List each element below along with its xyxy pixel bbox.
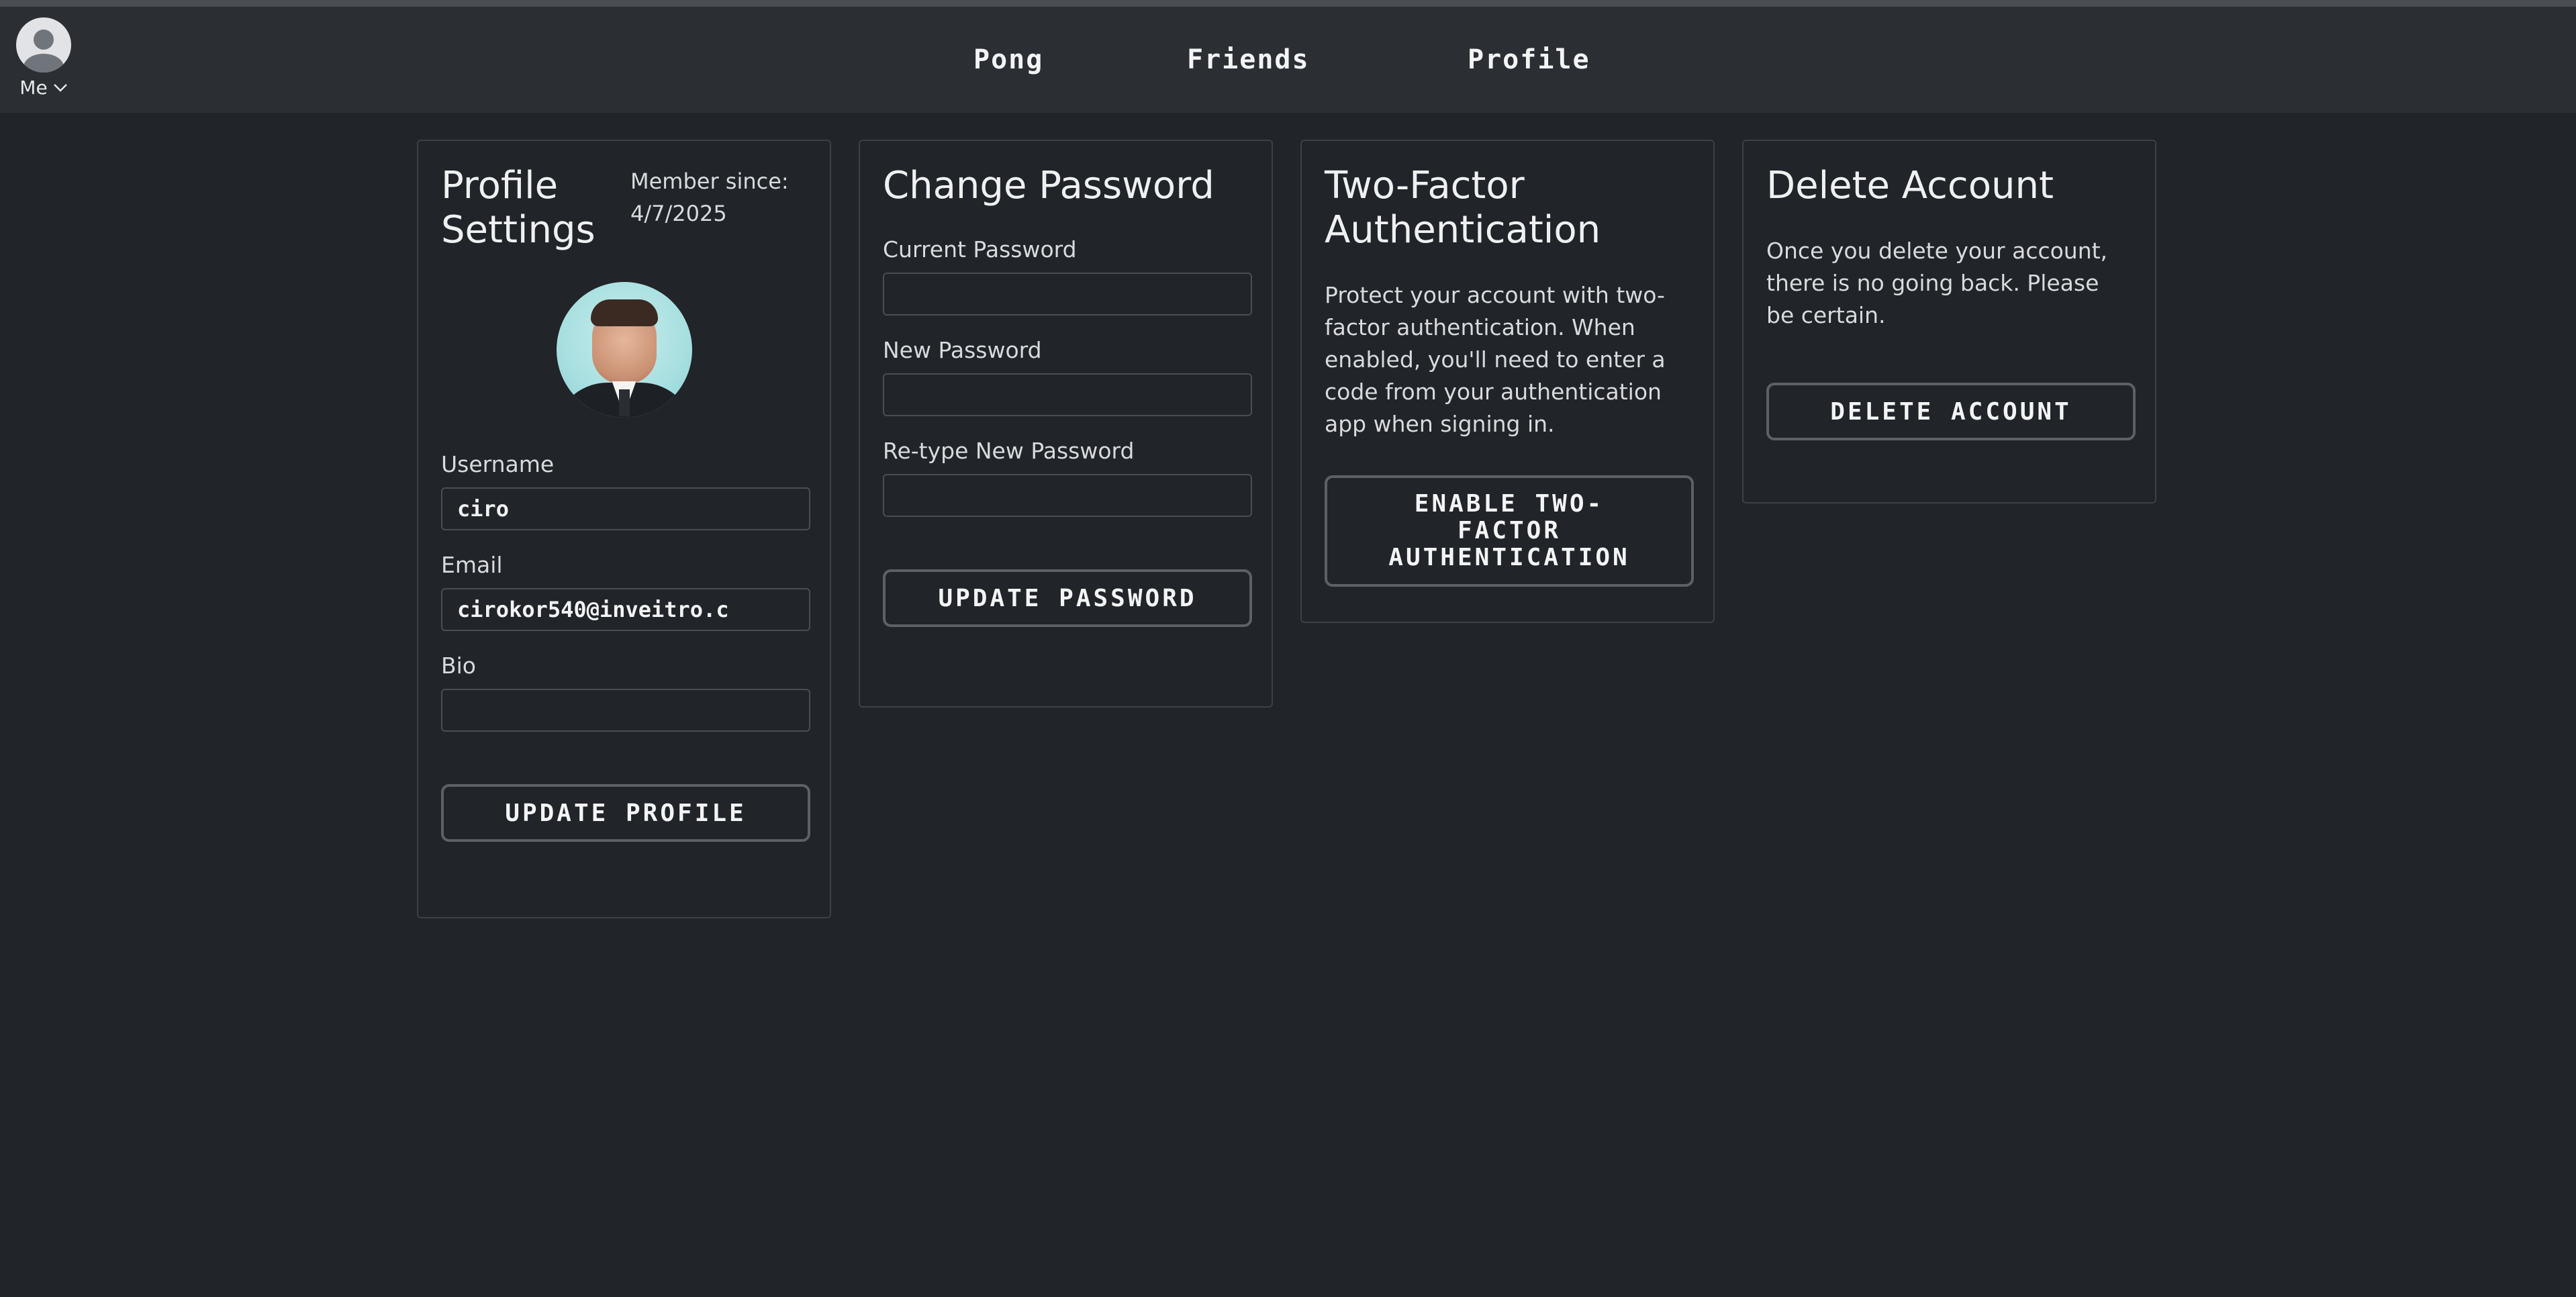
retype-password-label: Re-type New Password <box>883 438 1135 464</box>
profile-settings-title-line2: Settings <box>441 208 595 252</box>
nav-link-friends[interactable]: Friends <box>1187 44 1310 78</box>
two-factor-title-line2: Authentication <box>1325 208 1601 252</box>
current-password-field[interactable] <box>883 273 1252 316</box>
two-factor-title: Two-Factor Authentication <box>1325 164 1690 252</box>
delete-account-description: Once you delete your account, there is n… <box>1766 238 2108 328</box>
change-password-title: Change Password <box>883 164 1214 207</box>
current-password-label: Current Password <box>883 236 1077 262</box>
profile-settings-card: Profile Settings Member since: 4/7/2025 … <box>417 140 831 918</box>
member-since-label: Member since: <box>630 169 789 194</box>
delete-account-title: Delete Account <box>1766 164 2054 207</box>
two-factor-card: Two-Factor Authentication Protect your a… <box>1300 140 1715 623</box>
new-password-label: New Password <box>883 337 1042 363</box>
username-label: Username <box>441 451 555 477</box>
nav-link-profile[interactable]: Profile <box>1468 44 1590 78</box>
top-border <box>0 0 2576 7</box>
navbar: Me Pong Friends Profile <box>0 7 2576 113</box>
delete-account-button[interactable]: DELETE ACCOUNT <box>1766 383 2136 440</box>
enable-two-factor-line2: FACTOR <box>1457 517 1562 544</box>
nav-links: Pong Friends Profile <box>0 7 2576 113</box>
email-label: Email <box>441 552 503 578</box>
bio-label: Bio <box>441 653 476 679</box>
profile-avatar[interactable] <box>556 282 692 418</box>
update-profile-button[interactable]: UPDATE PROFILE <box>441 784 810 842</box>
profile-settings-title-line1: Profile <box>441 164 559 207</box>
member-since: Member since: 4/7/2025 <box>630 165 789 230</box>
update-password-button[interactable]: UPDATE PASSWORD <box>883 569 1252 627</box>
two-factor-description: Protect your account with two-factor aut… <box>1325 282 1666 437</box>
username-field[interactable]: ciro <box>441 487 810 530</box>
bio-field[interactable] <box>441 689 810 732</box>
enable-two-factor-button[interactable]: ENABLE TWO- FACTOR AUTHENTICATION <box>1325 475 1694 587</box>
nav-link-pong[interactable]: Pong <box>973 44 1043 78</box>
enable-two-factor-line3: AUTHENTICATION <box>1388 544 1630 571</box>
change-password-card: Change Password Current Password New Pas… <box>859 140 1273 708</box>
profile-avatar-wrap <box>441 282 807 418</box>
enable-two-factor-line1: ENABLE TWO- <box>1414 490 1605 518</box>
retype-password-field[interactable] <box>883 474 1252 517</box>
delete-account-card: Delete Account Once you delete your acco… <box>1742 140 2156 503</box>
member-since-value: 4/7/2025 <box>630 201 727 226</box>
new-password-field[interactable] <box>883 373 1252 416</box>
two-factor-title-line1: Two-Factor <box>1325 164 1525 207</box>
email-field[interactable]: cirokor540@inveitro.c <box>441 588 810 631</box>
